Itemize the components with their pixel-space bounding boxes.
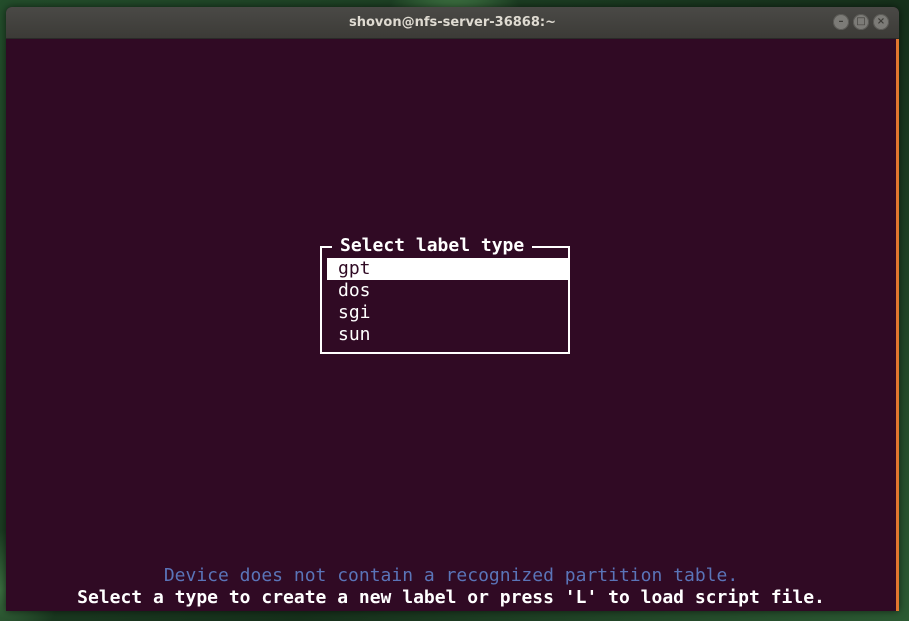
dialog-title: Select label type bbox=[332, 235, 533, 257]
window-controls: – □ × bbox=[833, 14, 889, 30]
window-title: shovon@nfs-server-36868:~ bbox=[348, 15, 556, 30]
title-bar[interactable]: shovon@nfs-server-36868:~ – □ × bbox=[6, 7, 899, 39]
scrollbar[interactable] bbox=[896, 39, 899, 611]
maximize-icon[interactable]: □ bbox=[853, 14, 869, 30]
label-type-dialog: Select label type gpt dos sgi sun bbox=[320, 235, 570, 354]
option-dos[interactable]: dos bbox=[327, 280, 569, 302]
option-gpt[interactable]: gpt bbox=[327, 258, 569, 280]
info-message: Device does not contain a recognized par… bbox=[163, 565, 739, 586]
help-message: Select a type to create a new label or p… bbox=[77, 587, 825, 608]
minimize-icon[interactable]: – bbox=[833, 14, 849, 30]
close-icon[interactable]: × bbox=[873, 14, 889, 30]
option-sgi[interactable]: sgi bbox=[327, 302, 569, 324]
label-type-list: gpt dos sgi sun bbox=[327, 258, 569, 346]
terminal-window: shovon@nfs-server-36868:~ – □ × Select l… bbox=[6, 7, 899, 611]
terminal-content[interactable]: Select label type gpt dos sgi sun Device… bbox=[6, 39, 896, 611]
option-sun[interactable]: sun bbox=[327, 324, 569, 346]
